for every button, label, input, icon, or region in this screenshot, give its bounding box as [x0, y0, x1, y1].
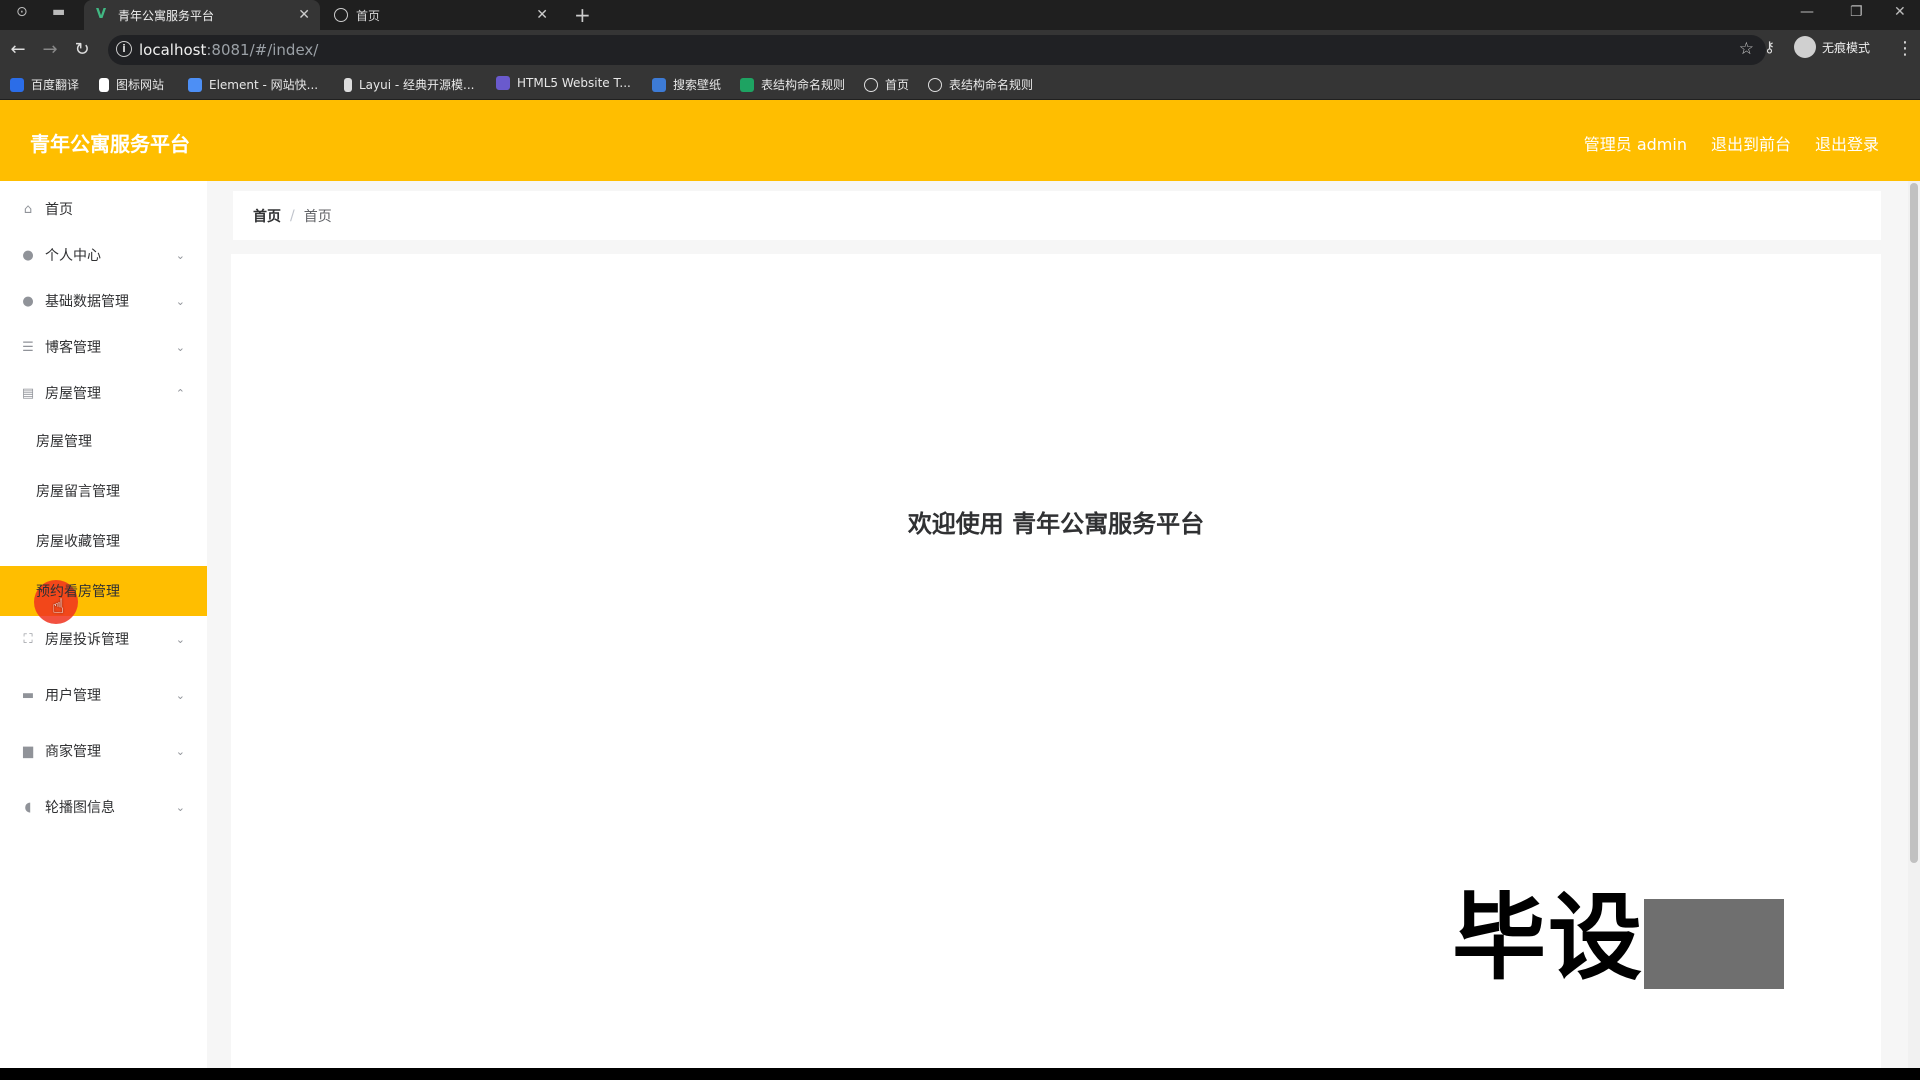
- bookmark-item[interactable]: Layui - 经典开源模...: [344, 76, 474, 93]
- chevron-down-icon: ⌄: [175, 248, 185, 262]
- microphone-icon: ◖: [24, 799, 32, 815]
- app-root: 青年公寓服务平台 管理员 admin 退出到前台 退出登录 ⌂ 首页 ● 个人中…: [0, 100, 1920, 1068]
- tab-close-icon[interactable]: ✕: [536, 7, 548, 23]
- bookmarks-bar: 百度翻译 图标网站 Element - 网站快... Layui - 经典开源模…: [0, 70, 1920, 100]
- blurred-region: [1644, 899, 1785, 990]
- address-bar[interactable]: i localhost:8081/#/index/ ☆: [108, 35, 1766, 65]
- admin-label[interactable]: 管理员 admin: [1584, 131, 1687, 155]
- breadcrumb-separator: /: [290, 207, 295, 224]
- sidebar-item-complaint[interactable]: ⛶ 房屋投诉管理 ⌄: [0, 616, 207, 662]
- building-icon: ▤: [21, 385, 35, 401]
- tab-groups-icon[interactable]: ▬: [52, 4, 65, 20]
- browser-navbar: ← → ↻ i localhost:8081/#/index/ ☆ ⚷ 无痕模式…: [0, 30, 1920, 70]
- info-icon[interactable]: i: [116, 41, 132, 57]
- tab-close-icon[interactable]: ✕: [298, 7, 310, 23]
- submenu-item-appointments[interactable]: 预约看房管理 ☝: [0, 566, 207, 624]
- chevron-down-icon: ⌄: [175, 340, 185, 354]
- breadcrumb-current: 首页: [303, 208, 332, 225]
- bookmark-item[interactable]: 搜索壁纸: [652, 76, 721, 93]
- sidebar-item-user[interactable]: ▬ 用户管理 ⌄: [0, 672, 207, 718]
- bottom-edge: [0, 1068, 1920, 1080]
- chevron-up-icon: ⌃: [175, 386, 185, 400]
- restore-icon[interactable]: ❐: [1850, 4, 1863, 20]
- list-icon: ☰: [22, 339, 34, 355]
- key-icon[interactable]: ⚷: [1764, 38, 1775, 56]
- submenu-item-house-messages[interactable]: 房屋留言管理: [0, 466, 207, 516]
- chevron-down-icon: ⌄: [175, 688, 185, 702]
- app-header: 青年公寓服务平台 管理员 admin 退出到前台 退出登录: [0, 100, 1920, 181]
- incognito-label: 无痕模式: [1822, 40, 1871, 55]
- tab-active[interactable]: V 青年公寓服务平台 ✕: [84, 0, 320, 30]
- tab-inactive[interactable]: 首页 ✕: [322, 0, 558, 30]
- new-tab-icon[interactable]: +: [574, 3, 591, 27]
- tab-search-icon[interactable]: ⊙: [16, 4, 28, 20]
- close-window-icon[interactable]: ✕: [1894, 4, 1906, 20]
- hand-cursor-icon: ☝: [52, 594, 65, 618]
- chevron-down-icon: ⌄: [175, 294, 185, 308]
- sidebar-item-personal[interactable]: ● 个人中心 ⌄: [0, 232, 207, 278]
- tab-title: 青年公寓服务平台: [118, 8, 215, 23]
- briefcase-icon: ▆: [23, 743, 33, 759]
- bookmark-item[interactable]: Element - 网站快...: [188, 76, 318, 93]
- app-brand: 青年公寓服务平台: [30, 132, 190, 156]
- wallpaper-icon: [652, 77, 666, 92]
- tab-title: 首页: [356, 8, 381, 23]
- submenu-item-house[interactable]: 房屋管理: [0, 416, 207, 466]
- scrollbar-thumb[interactable]: [1910, 183, 1918, 863]
- url-text[interactable]: localhost:8081/#/index/: [139, 41, 318, 59]
- flag-icon: [99, 77, 109, 92]
- menu-kebab-icon[interactable]: ⋮: [1896, 38, 1914, 59]
- chevron-down-icon: ⌄: [175, 744, 185, 758]
- globe-favicon-icon: [334, 8, 348, 22]
- incognito-icon: [1794, 36, 1816, 58]
- sidebar-item-blog[interactable]: ☰ 博客管理 ⌄: [0, 324, 207, 370]
- submenu-label: 预约看房管理: [36, 584, 120, 600]
- forward-icon[interactable]: →: [38, 38, 62, 62]
- watermark: 毕设: [1452, 862, 1785, 998]
- location-icon: ●: [22, 293, 34, 309]
- minimize-icon[interactable]: —: [1800, 4, 1814, 20]
- bookmark-item[interactable]: 表结构命名规则: [928, 76, 1033, 93]
- layui-icon: [344, 77, 352, 92]
- bookmark-item[interactable]: 表结构命名规则: [740, 76, 845, 93]
- reload-icon[interactable]: ↻: [70, 38, 94, 62]
- bookmark-item[interactable]: 图标网站: [99, 76, 164, 93]
- chevron-down-icon: ⌄: [175, 800, 185, 814]
- browser-tabstrip: ⊙ ▬ V 青年公寓服务平台 ✕ 首页 ✕ + — ❐ ✕: [0, 0, 1920, 30]
- sidebar-item-basic-data[interactable]: ● 基础数据管理 ⌄: [0, 278, 207, 324]
- sidebar-item-house[interactable]: ▤ 房屋管理 ⌃: [0, 370, 207, 416]
- incognito-indicator[interactable]: 无痕模式: [1794, 36, 1870, 58]
- sheet-icon: [740, 77, 754, 92]
- submenu-item-house-favorites[interactable]: 房屋收藏管理: [0, 516, 207, 566]
- home-icon: ⌂: [23, 201, 33, 217]
- sidebar: ⌂ 首页 ● 个人中心 ⌄ ● 基础数据管理 ⌄ ☰ 博客管理 ⌄ ▤ 房屋管理…: [0, 181, 207, 1068]
- bookmark-item[interactable]: HTML5 Website T...: [496, 76, 631, 90]
- sidebar-item-home[interactable]: ⌂ 首页: [0, 186, 207, 232]
- element-icon: [188, 77, 202, 92]
- bookmark-item[interactable]: 百度翻译: [10, 76, 79, 93]
- page-scrollbar[interactable]: [1908, 181, 1920, 1068]
- breadcrumb: 首页 / 首页: [233, 191, 1881, 240]
- logout-link[interactable]: 退出登录: [1815, 131, 1879, 155]
- breadcrumb-home[interactable]: 首页: [253, 206, 281, 226]
- html5-icon: [496, 76, 510, 90]
- chevron-down-icon: ⌄: [175, 632, 185, 646]
- globe-icon: [928, 77, 942, 92]
- welcome-text: 欢迎使用 青年公寓服务平台: [907, 510, 1205, 538]
- globe-icon: [864, 77, 878, 92]
- translate-icon: [10, 77, 24, 92]
- monitor-icon: ▬: [21, 687, 35, 703]
- sidebar-item-carousel[interactable]: ◖ 轮播图信息 ⌄: [0, 784, 207, 830]
- back-icon[interactable]: ←: [6, 38, 30, 62]
- sidebar-item-merchant[interactable]: ▆ 商家管理 ⌄: [0, 728, 207, 774]
- bookmark-item[interactable]: 首页: [864, 76, 909, 93]
- back-to-front-link[interactable]: 退出到前台: [1711, 131, 1791, 155]
- fullscreen-icon: ⛶: [23, 631, 33, 647]
- bookmark-star-icon[interactable]: ☆: [1739, 39, 1754, 59]
- vue-favicon-icon: V: [96, 7, 107, 22]
- user-icon: ●: [22, 247, 34, 263]
- header-links: 管理员 admin 退出到前台 退出登录: [1584, 131, 1879, 155]
